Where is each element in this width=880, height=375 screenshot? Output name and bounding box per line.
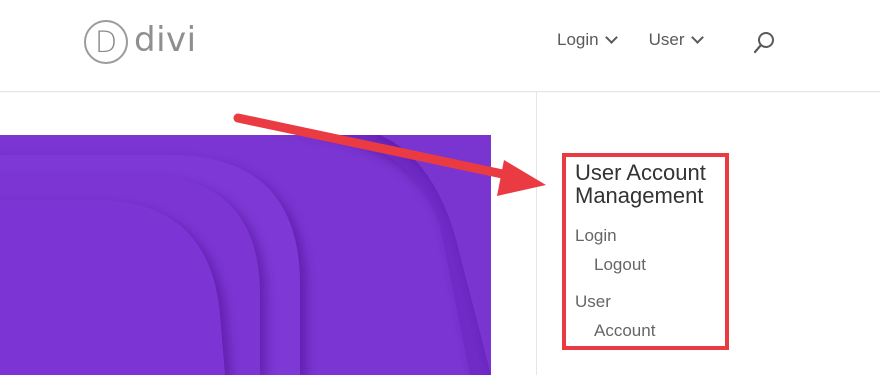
nav-item-user[interactable]: User xyxy=(648,30,704,50)
content-divider xyxy=(536,92,537,375)
divi-logo[interactable]: D divi xyxy=(84,18,197,66)
nav-user-label: User xyxy=(648,30,685,49)
chevron-down-icon xyxy=(690,31,704,44)
logo-circle-icon: D xyxy=(84,20,128,64)
widget-link-logout[interactable]: Logout xyxy=(594,255,646,275)
chevron-down-icon xyxy=(604,31,618,44)
widget-link-user[interactable]: User xyxy=(575,292,611,312)
widget-link-login[interactable]: Login xyxy=(575,226,617,246)
nav-item-login[interactable]: Login xyxy=(557,30,618,50)
logo-letter: D xyxy=(94,25,118,59)
search-icon[interactable] xyxy=(753,31,775,55)
hero-image xyxy=(0,135,491,375)
main-nav: Login User xyxy=(557,30,735,50)
site-header: D divi Login User xyxy=(0,0,880,92)
widget-link-account[interactable]: Account xyxy=(594,321,655,341)
logo-text: divi xyxy=(134,20,197,60)
hero-graphic xyxy=(0,135,491,375)
widget-title: User Account Management xyxy=(575,160,706,208)
nav-login-label: Login xyxy=(557,30,599,49)
